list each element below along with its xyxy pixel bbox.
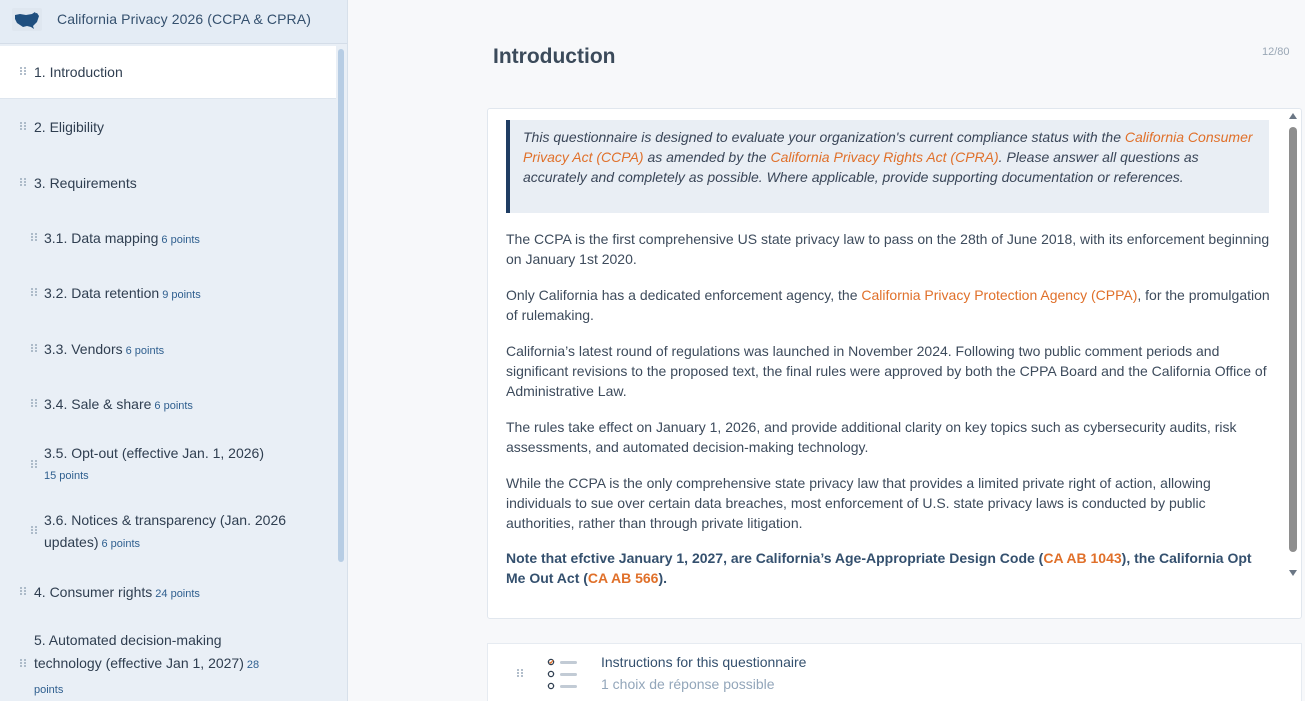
sidebar-item-label: 3.2. Data retention <box>44 285 160 301</box>
note-paragraph: Note that efctive January 1, 2027, are C… <box>506 550 1252 586</box>
points-badge: 9 points <box>162 289 201 301</box>
sidebar-item-label: 3.1. Data mapping <box>44 230 159 246</box>
ca-ab-1043-link[interactable]: CA AB 1043 <box>1043 550 1121 566</box>
sidebar-item-label: 4. Consumer rights <box>34 584 153 600</box>
drag-handle-icon[interactable] <box>20 587 26 596</box>
drag-handle-icon[interactable] <box>517 669 523 678</box>
drag-handle-icon[interactable] <box>31 526 37 535</box>
drag-handle-icon[interactable] <box>31 233 37 242</box>
drag-handle-icon[interactable] <box>20 659 26 668</box>
paragraph-1: The CCPA is the first comprehensive US s… <box>506 231 1270 267</box>
sidebar-item-data-mapping[interactable]: 3.1. Data mapping 6 points <box>0 212 336 265</box>
ca-ab-566-link[interactable]: CA AB 566 <box>588 570 659 586</box>
paragraph-4: The rules take effect on January 1, 2026… <box>506 419 1237 455</box>
sidebar-header: California Privacy 2026 (CCPA & CPRA) <box>0 0 347 44</box>
sidebar-item-notices-transparency[interactable]: 3.6. Notices & transparency (Jan. 2026 u… <box>0 500 336 562</box>
drag-handle-icon[interactable] <box>20 122 26 131</box>
introduction-card: This questionnaire is designed to evalua… <box>487 108 1302 619</box>
paragraph-5: While the CCPA is the only comprehensive… <box>506 475 1211 531</box>
sidebar-item-label: 1. Introduction <box>34 64 123 80</box>
sidebar-item-label: 3.5. Opt-out (effective Jan. 1, 2026) <box>44 445 264 461</box>
sidebar-item-label: 3.4. Sale & share <box>44 396 152 412</box>
sidebar-item-vendors[interactable]: 3.3. Vendors 6 points <box>0 323 336 376</box>
points-badge: 15 points <box>44 470 89 482</box>
points-badge: 6 points <box>161 234 200 246</box>
instructions-title: Instructions for this questionnaire <box>601 654 807 670</box>
sidebar-item-label: 2. Eligibility <box>34 119 105 135</box>
points-badge: 6 points <box>154 400 193 412</box>
paragraph-2: Only California has a dedicated enforcem… <box>506 287 1270 323</box>
sidebar-item-introduction[interactable]: 1. Introduction <box>0 46 336 99</box>
page-title: Introduction <box>493 45 616 68</box>
drag-handle-icon[interactable] <box>31 460 37 469</box>
sidebar-item-label: 3. Requirements <box>34 175 137 191</box>
instructions-subtitle: 1 choix de réponse possible <box>601 676 775 692</box>
sidebar-item-data-retention[interactable]: 3.2. Data retention 9 points <box>0 267 336 320</box>
sidebar-item-label: 3.3. Vendors <box>44 341 123 357</box>
drag-handle-icon[interactable] <box>31 288 37 297</box>
cpra-link[interactable]: California Privacy Rights Act (CPRA) <box>770 149 998 165</box>
sidebar-item-opt-out[interactable]: 3.5. Opt-out (effective Jan. 1, 2026) 15 … <box>0 433 336 493</box>
sidebar-item-automated-decision-making[interactable]: 5. Automated decision-making technology … <box>0 621 336 701</box>
sidebar-item-label: 3.6. Notices & transparency (Jan. 2026 u… <box>44 512 287 550</box>
sidebar-item-consumer-rights[interactable]: 4. Consumer rights 24 points <box>0 566 336 619</box>
questionnaire-title: California Privacy 2026 (CCPA & CPRA) <box>57 11 311 27</box>
us-map-icon <box>12 8 42 31</box>
cppa-link[interactable]: California Privacy Protection Agency (CP… <box>861 287 1137 303</box>
scroll-thumb[interactable] <box>1289 127 1297 552</box>
scroll-down-icon[interactable] <box>1289 570 1297 576</box>
sidebar-item-eligibility[interactable]: 2. Eligibility <box>0 101 336 154</box>
instructions-question[interactable]: Instructions for this questionnaire 1 ch… <box>487 643 1302 701</box>
page-counter: 12/80 <box>1262 46 1290 58</box>
paragraph-3: California’s latest round of regulations… <box>506 343 1267 399</box>
intro-quote: This questionnaire is designed to evalua… <box>506 120 1269 213</box>
scroll-up-icon[interactable] <box>1289 113 1297 119</box>
list-icon <box>547 658 577 690</box>
drag-handle-icon[interactable] <box>31 399 37 408</box>
points-badge: 6 points <box>125 345 165 357</box>
sidebar-item-label: 5. Automated decision-making technology … <box>34 632 244 671</box>
drag-handle-icon[interactable] <box>31 344 37 353</box>
drag-handle-icon[interactable] <box>20 67 26 76</box>
sidebar-item-sale-share[interactable]: 3.4. Sale & share 6 points <box>0 378 336 431</box>
sidebar-item-requirements[interactable]: 3. Requirements <box>0 157 336 210</box>
drag-handle-icon[interactable] <box>20 178 26 187</box>
content-scrollbar[interactable] <box>1288 113 1298 583</box>
points-badge: 24 points <box>155 588 200 600</box>
points-badge: 6 points <box>101 538 141 550</box>
sidebar: California Privacy 2026 (CCPA & CPRA) 1.… <box>0 0 348 701</box>
sidebar-scrollbar[interactable] <box>338 49 344 562</box>
